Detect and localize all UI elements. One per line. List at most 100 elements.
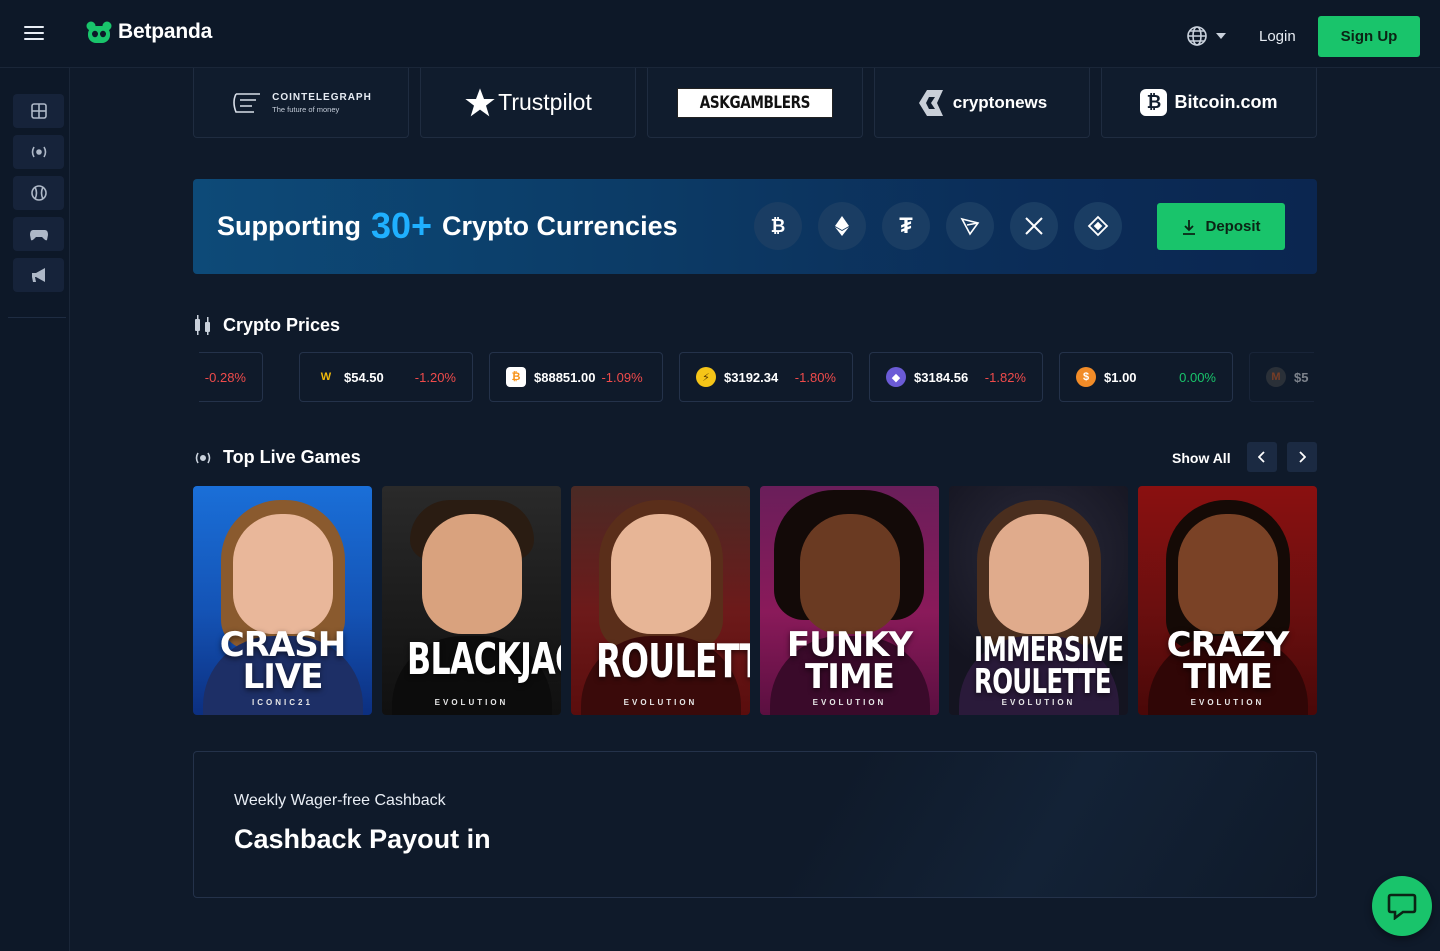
live-chat-button[interactable] <box>1372 876 1432 936</box>
megaphone-icon <box>31 268 45 282</box>
cashback-title: Cashback Payout in <box>234 824 491 854</box>
deposit-button[interactable]: Deposit <box>1157 203 1285 250</box>
price-change: -1.20% <box>414 369 456 385</box>
price-card[interactable]: ◆ $3184.56 -1.82% <box>869 352 1043 402</box>
coin-icon: W <box>320 371 332 383</box>
sidebar-item-casino[interactable] <box>13 94 64 128</box>
tether-icon[interactable]: ₮ <box>882 202 930 250</box>
price-value: $3184.56 <box>914 369 969 385</box>
banner-title: Supporting 30+ Crypto Currencies <box>217 205 678 247</box>
star-icon <box>465 87 495 116</box>
banner-suffix: Crypto Currencies <box>442 210 678 241</box>
globe-icon <box>1187 26 1207 46</box>
panda-logo-icon <box>86 20 112 44</box>
partner-tagline: The future of money <box>272 104 340 114</box>
price-change: -1.80% <box>794 369 836 385</box>
price-card[interactable]: ⚡ $3192.34 -1.80% <box>679 352 853 402</box>
crypto-prices-heading: Crypto Prices <box>193 314 340 336</box>
top-header: Betpanda Login Sign Up <box>0 0 1440 68</box>
game-title-line2: ROULETTE <box>974 662 1112 702</box>
login-link[interactable]: Login <box>1259 28 1296 45</box>
menu-icon[interactable] <box>24 26 44 42</box>
ethereum-coin-icon: ◆ <box>886 367 906 387</box>
price-card[interactable]: ₿ $88851.00 -1.09% <box>489 352 663 402</box>
price-change: -0.28% <box>204 369 246 385</box>
chevron-right-icon <box>1299 451 1306 463</box>
game-title-line1: BLACKJACK <box>407 634 561 685</box>
game-tile-immersive-roulette[interactable]: IMMERSIVE ROULETTE EVOLUTION <box>949 486 1128 715</box>
price-card[interactable]: -0.28% <box>199 352 263 402</box>
section-title: Crypto Prices <box>223 314 341 335</box>
chat-bubble-icon <box>1387 893 1417 920</box>
bitcoin-logo-icon: ₿ <box>1140 89 1168 116</box>
partner-name: COINTELEGRAPH <box>272 91 372 103</box>
lightning-coin-icon: ⚡ <box>696 367 716 387</box>
tron-icon[interactable] <box>946 202 994 250</box>
price-value: $1.00 <box>1104 369 1137 385</box>
cashback-panel: Weekly Wager-free Cashback Cashback Payo… <box>193 751 1317 898</box>
language-selector[interactable] <box>1186 25 1226 47</box>
bitcoin-coin-icon: ₿ <box>506 367 526 387</box>
brand-name: Betpanda <box>118 20 213 43</box>
xrp-icon[interactable] <box>1010 202 1058 250</box>
partner-name: Bitcoin.com <box>1174 92 1278 112</box>
candlestick-icon <box>195 315 210 335</box>
chevron-down-icon <box>1216 33 1226 39</box>
game-tile-crash-live[interactable]: CRASH LIVE ICONIC21 <box>193 486 372 715</box>
game-tile-funky-time[interactable]: FUNKY TIME EVOLUTION <box>760 486 939 715</box>
crypto-prices-ticker: -0.28% W $54.50 -1.20% ₿ $88851.00 -1.09… <box>199 352 1314 402</box>
price-card[interactable]: $ $1.00 0.00% <box>1059 352 1233 402</box>
chevron-left-icon <box>1258 451 1265 463</box>
slots-icon <box>30 103 47 119</box>
partner-askgamblers[interactable]: ASKGAMBLERS <box>647 68 863 138</box>
ethereum-icon[interactable] <box>818 202 866 250</box>
banner-number: 30+ <box>370 205 433 246</box>
cashback-subtitle: Weekly Wager-free Cashback <box>234 792 446 809</box>
baseball-icon <box>30 185 47 201</box>
partner-bitcoin-com[interactable]: ₿ Bitcoin.com <box>1101 68 1317 138</box>
sidebar-item-sports[interactable] <box>13 176 64 210</box>
bitcoin-icon[interactable]: ₿ <box>754 202 802 250</box>
partner-name: ASKGAMBLERS <box>699 92 811 113</box>
partner-cointelegraph[interactable]: COINTELEGRAPH The future of money <box>193 68 409 138</box>
sidebar <box>0 68 70 951</box>
partner-trustpilot[interactable]: Trustpilot <box>420 68 636 138</box>
next-button[interactable] <box>1287 442 1317 472</box>
section-title: Top Live Games <box>223 447 361 467</box>
game-tile-blackjack[interactable]: BLACKJACK EVOLUTION <box>382 486 561 715</box>
sidebar-item-live[interactable] <box>13 135 64 169</box>
game-provider: EVOLUTION <box>623 698 698 707</box>
signup-button[interactable]: Sign Up <box>1318 16 1420 57</box>
prev-button[interactable] <box>1247 442 1277 472</box>
game-tile-crazy-time[interactable]: CRAZY TIME EVOLUTION <box>1138 486 1317 715</box>
cryptonews-logo-icon <box>918 89 943 116</box>
show-all-link[interactable]: Show All <box>1172 450 1231 466</box>
dollar-coin-icon: $ <box>1076 367 1096 387</box>
game-provider: EVOLUTION <box>434 698 509 707</box>
sidebar-item-games[interactable] <box>13 217 64 251</box>
game-tile-roulette[interactable]: ROULETTE EVOLUTION <box>571 486 750 715</box>
sidebar-divider <box>8 317 66 318</box>
partner-name: cryptonews <box>952 92 1048 112</box>
partner-name: Trustpilot <box>498 89 592 115</box>
game-title-line2: TIME <box>1183 657 1273 697</box>
monero-coin-icon: M <box>1266 367 1286 387</box>
sidebar-item-promotions[interactable] <box>13 258 64 292</box>
game-title-line2: LIVE <box>242 657 324 697</box>
live-broadcast-icon <box>195 452 211 463</box>
price-value: $88851.00 <box>534 369 596 385</box>
game-title-line1: ROULETTE <box>596 634 750 688</box>
game-provider: EVOLUTION <box>1001 698 1076 707</box>
price-value: $5 <box>1294 369 1309 385</box>
game-provider: ICONIC21 <box>252 698 313 707</box>
deposit-label: Deposit <box>1205 218 1261 235</box>
partner-cryptonews[interactable]: cryptonews <box>874 68 1090 138</box>
price-change: 0.00% <box>1179 369 1216 385</box>
bnb-icon[interactable] <box>1074 202 1122 250</box>
brand-logo[interactable]: Betpanda <box>86 20 212 44</box>
crypto-banner: Supporting 30+ Crypto Currencies ₿ ₮ Dep… <box>193 179 1317 274</box>
price-change: -1.82% <box>984 369 1026 385</box>
price-card[interactable]: W $54.50 -1.20% <box>299 352 473 402</box>
price-card[interactable]: M $5 <box>1249 352 1314 402</box>
live-games-heading: Top Live Games <box>193 447 361 468</box>
